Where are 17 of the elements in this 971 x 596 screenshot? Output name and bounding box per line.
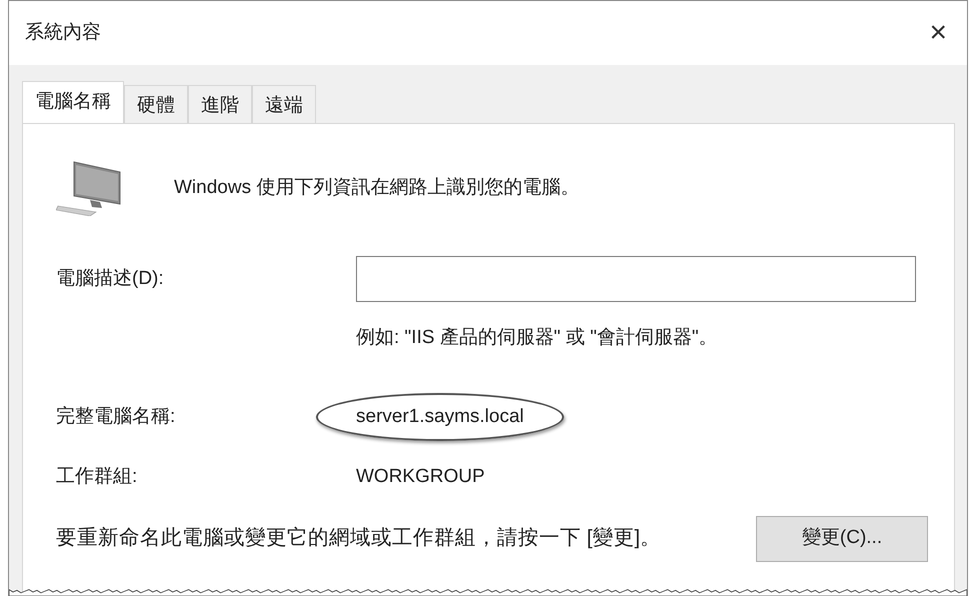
change-button[interactable]: 變更(C)... [756,516,928,562]
field-label: 工作群組: [56,465,138,489]
tab[interactable]: 遠端 [252,85,316,123]
tab[interactable]: 硬體 [124,85,188,123]
computer-icon [56,160,122,216]
window-title: 系統內容 [25,20,101,45]
circled-computer-name: server1.sayms.local [316,392,564,441]
rename-instructions: 要重新命名此電腦或變更它的網域或工作群組，請按一下 [變更]。 [56,525,662,552]
description-field[interactable] [356,256,916,302]
tab[interactable]: 進階 [188,85,252,123]
close-button[interactable]: × [923,18,953,48]
field-label: 電腦描述(D): [56,266,165,291]
tab[interactable]: 電腦名稱 [22,81,124,123]
intro-text: Windows 使用下列資訊在網路上識別您的電腦。 [174,176,580,200]
workgroup-value: WORKGROUP [356,465,485,489]
example-hint: 例如: "IIS 產品的伺服器" 或 "會計伺服器"。 [356,327,718,348]
field-label: 完整電腦名稱: [56,404,176,428]
